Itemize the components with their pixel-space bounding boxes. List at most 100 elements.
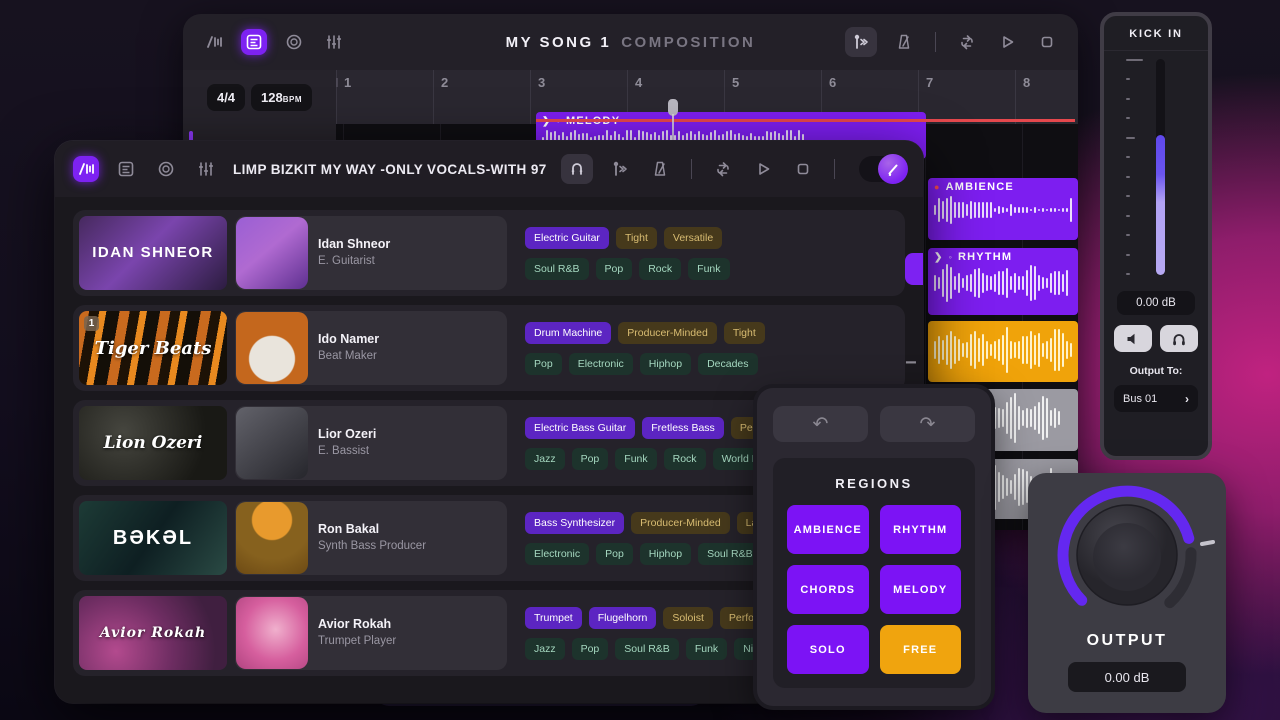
region-button-ambience[interactable]: AMBIENCE [787,505,869,554]
snap-magnet-icon[interactable] [561,154,593,184]
listen-demo-icon[interactable]: ♫ [921,317,923,338]
metronome-icon[interactable] [647,156,673,182]
tag-chip-genre: Rock [664,448,706,470]
musician-profile-card[interactable]: Idan Shneor E. Guitarist [235,216,507,290]
tag-chip-genre: Hiphop [640,543,691,565]
stop-icon[interactable] [790,156,816,182]
play-icon[interactable] [994,29,1020,55]
musician-profile-card[interactable]: Lior Ozeri E. Bassist [235,406,507,480]
musician-row[interactable]: IDAN SHNEOR Idan Shneor E. Guitarist Ele… [73,210,905,296]
musician-role: Synth Bass Producer [318,539,488,554]
audio-edit-view-icon[interactable] [73,156,99,182]
musician-banner: Avior Rokah [79,596,227,670]
redo-button[interactable]: ↷ [880,406,975,442]
musician-avatar [236,502,308,574]
tag-chip-instrument: Trumpet [525,607,582,629]
musician-profile-card[interactable]: Avior Rokah Trumpet Player [235,596,507,670]
channel-title: KICK IN [1104,16,1208,51]
metronome-icon[interactable] [891,29,917,55]
tag-chip-genre: Soul R&B [698,543,762,565]
tag-chip-genre: Funk [686,638,727,660]
loop-range-line[interactable] [536,119,1075,122]
musician-actions: ♫ ☆ − + [905,317,923,380]
divider [691,159,692,179]
musician-row[interactable]: 1 Tiger Beats Ido Namer Beat Maker Drum … [73,305,905,391]
follow-playhead-icon[interactable] [607,156,633,182]
musician-banner-text: Tiger Beats [95,338,212,359]
tag-chip-genre: Electronic [525,543,589,565]
musician-banner: 1 Tiger Beats [79,311,227,385]
regions-title: REGIONS [787,476,961,491]
add-musician-button[interactable]: + [905,253,923,285]
collapse-chevron-icon[interactable]: ❯ [934,252,944,263]
output-db-value[interactable]: 0.00 dB [1068,662,1186,692]
region-label: RHYTHM [958,251,1012,263]
tag-chip-instrument: Drum Machine [525,322,611,344]
bpm-display[interactable]: 128BPM [251,84,312,111]
region-ambience[interactable]: ● AMBIENCE [928,178,1078,240]
output-knob[interactable] [1032,479,1222,631]
edit-mode-toggle[interactable] [859,156,905,182]
tag-chip-genre: Pop [572,448,609,470]
tag-chip-genre: Hiphop [640,353,691,375]
tag-chip-genre: Jazz [525,638,565,660]
musician-avatar [236,217,308,289]
musician-banner-text: BƏKƏL [113,527,193,550]
divider [834,159,835,179]
region-button-melody[interactable]: MELODY [880,565,962,614]
regions-panel: ↶ ↷ REGIONS AMBIENCERHYTHMCHORDSMELODYSO… [757,388,991,706]
tag-chip-instrument: Bass Synthesizer [525,512,624,534]
arrangement-view-icon[interactable] [241,29,267,55]
musician-avatar [236,597,308,669]
audio-edit-view-icon[interactable] [201,29,227,55]
record-dot-icon: ● [934,182,941,192]
tag-chip-genre: Decades [698,353,757,375]
loop-icon[interactable] [954,29,980,55]
channel-db-value[interactable]: 0.00 dB [1117,291,1195,315]
tag-chip-instrument: Flugelhorn [589,607,657,629]
headphones-monitor-button[interactable] [1160,325,1198,352]
tag-chip-genre: Jazz [525,448,565,470]
stop-icon[interactable] [1034,29,1060,55]
volume-fader-fill[interactable] [1156,135,1165,275]
musician-name: Lior Ozeri [318,427,488,441]
output-panel: OUTPUT 0.00 dB [1028,473,1226,713]
musician-profile-card[interactable]: Ido Namer Beat Maker [235,311,507,385]
region-button-rhythm[interactable]: RHYTHM [880,505,962,554]
record-view-icon[interactable] [281,29,307,55]
remove-musician-button[interactable]: − [905,352,917,375]
speaker-monitor-button[interactable] [1114,325,1152,352]
session-title: LIMP BIZKIT MY WAY -ONLY VOCALS-WITH 97.… [233,162,547,177]
region-rhythm[interactable]: ❯ ◦ RHYTHM [928,248,1078,315]
session-header: LIMP BIZKIT MY WAY -ONLY VOCALS-WITH 97.… [55,141,923,197]
time-signature[interactable]: 4/4 [207,84,245,111]
kick-channel-panel: KICK IN 0.00 dB Output To: Bus 01 › [1100,12,1212,460]
mixer-view-icon[interactable] [321,29,347,55]
region-button-solo[interactable]: SOLO [787,625,869,674]
bar-number: 4 [635,75,642,90]
musician-banner: Lion Ozeri [79,406,227,480]
play-icon[interactable] [750,156,776,182]
bar-number: 3 [538,75,545,90]
region-button-free[interactable]: FREE [880,625,962,674]
musician-banner: BƏKƏL [79,501,227,575]
divider [935,32,936,52]
loop-icon[interactable] [710,156,736,182]
bar-number: 5 [732,75,739,90]
region-button-chords[interactable]: CHORDS [787,565,869,614]
output-to-label: Output To: [1104,365,1208,377]
tag-chip-genre: Electronic [569,353,633,375]
record-view-icon[interactable] [153,156,179,182]
arrangement-view-icon[interactable] [113,156,139,182]
output-bus-selector[interactable]: Bus 01 › [1114,385,1198,412]
bar-number: 8 [1023,75,1030,90]
output-label: OUTPUT [1028,632,1226,650]
musician-profile-card[interactable]: Ron Bakal Synth Bass Producer [235,501,507,575]
region-dot-icon: ◦ [949,252,953,262]
mixer-view-icon[interactable] [193,156,219,182]
follow-playhead-icon[interactable] [845,27,877,57]
region-yellow-clip[interactable] [928,321,1078,382]
composition-header: MY SONG 1COMPOSITION [183,14,1078,70]
fader-scale [1126,59,1146,275]
undo-button[interactable]: ↶ [773,406,868,442]
